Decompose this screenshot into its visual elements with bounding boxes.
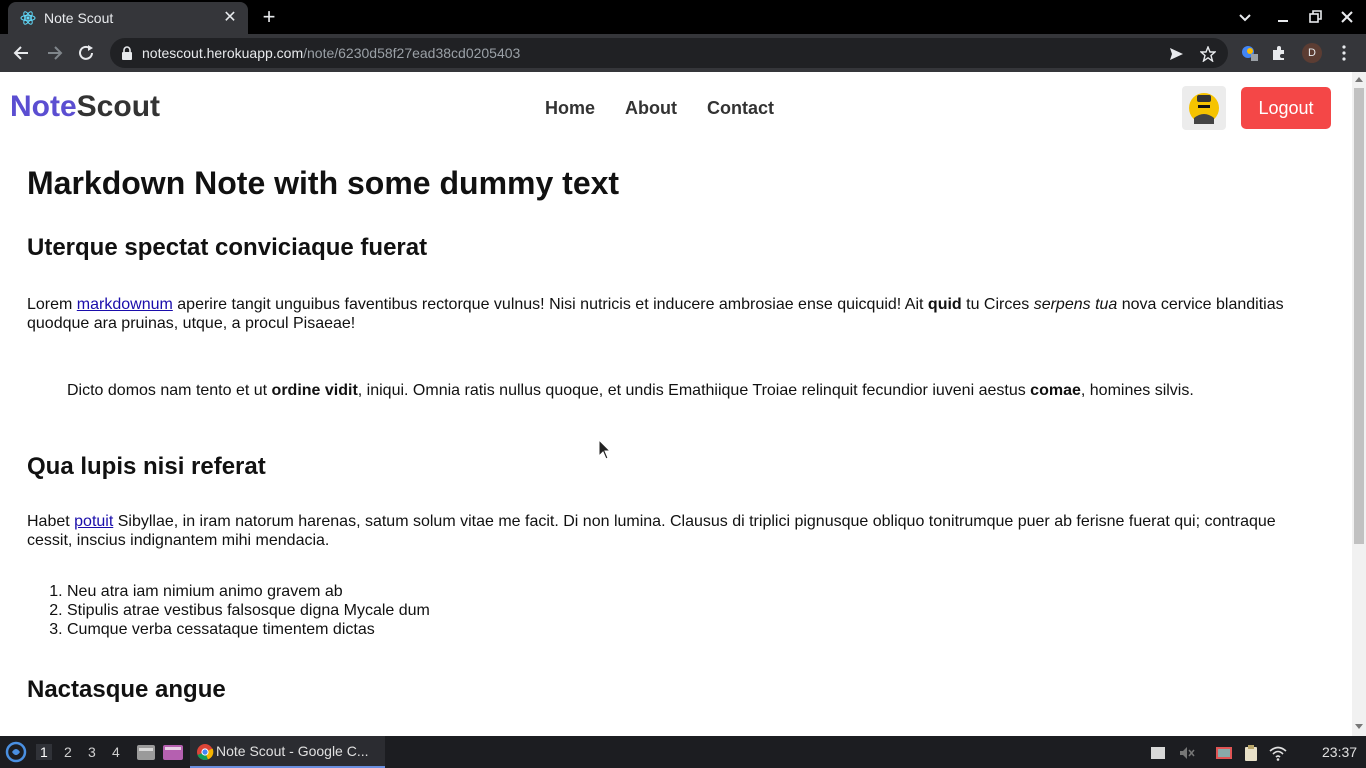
profile-avatar[interactable]: D xyxy=(1302,43,1322,63)
nav-links: Home About Contact xyxy=(545,98,774,119)
bookmark-star-icon[interactable] xyxy=(1200,46,1216,62)
browser-titlebar: Note Scout ✕ + xyxy=(0,0,1366,34)
markdownum-link[interactable]: markdownum xyxy=(77,296,173,313)
logout-button[interactable]: Logout xyxy=(1241,87,1331,129)
tab-title: Note Scout xyxy=(44,10,114,26)
blockquote: Dicto domos nam tento et ut ordine vidit… xyxy=(67,382,1194,399)
clipboard-icon[interactable] xyxy=(1242,744,1260,762)
nav-about-link[interactable]: About xyxy=(625,98,677,119)
drive-icon[interactable] xyxy=(1149,744,1167,762)
list-item: Cumque verba cessataque timentem dictas xyxy=(67,620,1317,639)
potuit-link[interactable]: potuit xyxy=(74,513,113,530)
taskbar-chrome-window[interactable]: Note Scout - Google C... xyxy=(190,736,385,768)
list-item: Stipulis atrae vestibus falsosque digna … xyxy=(67,601,1317,620)
menu-kebab-icon[interactable] xyxy=(1335,44,1353,62)
user-avatar-icon xyxy=(1189,93,1219,124)
brand-note: Note xyxy=(10,90,77,123)
note-title: Markdown Note with some dummy text xyxy=(27,165,620,201)
page-scrollbar[interactable] xyxy=(1352,72,1366,736)
note-article: Markdown Note with some dummy text Uterq… xyxy=(27,160,1317,706)
scroll-up-arrow-icon[interactable] xyxy=(1355,77,1363,82)
extension-colorful-icon[interactable] xyxy=(1241,44,1259,62)
back-arrow-icon[interactable] xyxy=(12,43,32,63)
url-host: notescout.herokuapp.com xyxy=(142,45,304,61)
user-avatar[interactable] xyxy=(1182,86,1226,130)
section-heading-3: Nactasque angue xyxy=(27,676,226,703)
forward-arrow-icon[interactable] xyxy=(44,43,64,63)
volume-muted-icon[interactable] xyxy=(1178,744,1196,762)
brand-scout: Scout xyxy=(76,90,161,123)
mouse-cursor-icon xyxy=(598,439,612,460)
url-path: /note/6230d58f27ead38cd0205403 xyxy=(303,45,521,61)
browser-toolbar: notescout.herokuapp.com/note/6230d58f27e… xyxy=(0,34,1366,72)
system-clock: 23:37 xyxy=(1322,744,1358,760)
paragraph-1: Lorem markdownum aperire tangit unguibus… xyxy=(27,296,1284,332)
workspace-3[interactable]: 3 xyxy=(88,744,96,760)
browser-tab[interactable]: Note Scout ✕ xyxy=(8,2,248,34)
send-share-icon[interactable] xyxy=(1168,46,1184,62)
image-viewer-icon[interactable] xyxy=(161,740,185,764)
ordered-list: Neu atra iam nimium animo gravem ab Stip… xyxy=(67,582,1317,639)
tab-close-icon[interactable]: ✕ xyxy=(222,10,238,26)
file-manager-icon[interactable] xyxy=(134,740,158,764)
react-atom-icon xyxy=(20,11,36,25)
list-item: Neu atra iam nimium animo gravem ab xyxy=(67,582,1317,601)
close-window-icon[interactable] xyxy=(1338,8,1356,26)
restore-icon[interactable] xyxy=(1306,8,1324,26)
extensions-puzzle-icon[interactable] xyxy=(1270,44,1288,62)
nav-home-link[interactable]: Home xyxy=(545,98,595,119)
new-tab-plus-icon[interactable]: + xyxy=(259,6,279,28)
reload-icon[interactable] xyxy=(76,43,96,63)
paragraph-2: Habet potuit Sibyllae, in iram natorum h… xyxy=(27,513,1276,549)
tab-search-chevron-icon[interactable] xyxy=(1236,8,1254,26)
section-heading-2: Qua lupis nisi referat xyxy=(27,453,266,480)
start-menu-icon[interactable] xyxy=(4,740,28,764)
workspace-2[interactable]: 2 xyxy=(64,744,72,760)
section-heading-1: Uterque spectat conviciaque fuerat xyxy=(27,234,428,261)
lock-icon[interactable] xyxy=(121,46,133,60)
taskbar-window-title: Note Scout - Google C... xyxy=(216,743,369,759)
nav-contact-link[interactable]: Contact xyxy=(707,98,774,119)
scrollbar-thumb[interactable] xyxy=(1354,88,1364,544)
wifi-icon[interactable] xyxy=(1269,744,1287,762)
workspace-4[interactable]: 4 xyxy=(112,744,120,760)
workspace-1[interactable]: 1 xyxy=(36,744,52,760)
minimize-icon[interactable] xyxy=(1274,8,1292,26)
chrome-icon xyxy=(197,744,214,761)
site-navbar: NoteScout Home About Contact Logout xyxy=(0,72,1352,144)
url-text[interactable]: notescout.herokuapp.com/note/6230d58f27e… xyxy=(142,45,520,61)
address-bar[interactable]: notescout.herokuapp.com/note/6230d58f27e… xyxy=(110,38,1228,68)
scroll-down-arrow-icon[interactable] xyxy=(1355,724,1363,729)
brand-logo[interactable]: NoteScout xyxy=(10,90,160,124)
os-taskbar: 1 2 3 4 Note Scout - Google C... 23:37 xyxy=(0,736,1366,768)
screenshot-tool-icon[interactable] xyxy=(1215,744,1233,762)
page-viewport: NoteScout Home About Contact Logout Mark… xyxy=(0,72,1352,736)
